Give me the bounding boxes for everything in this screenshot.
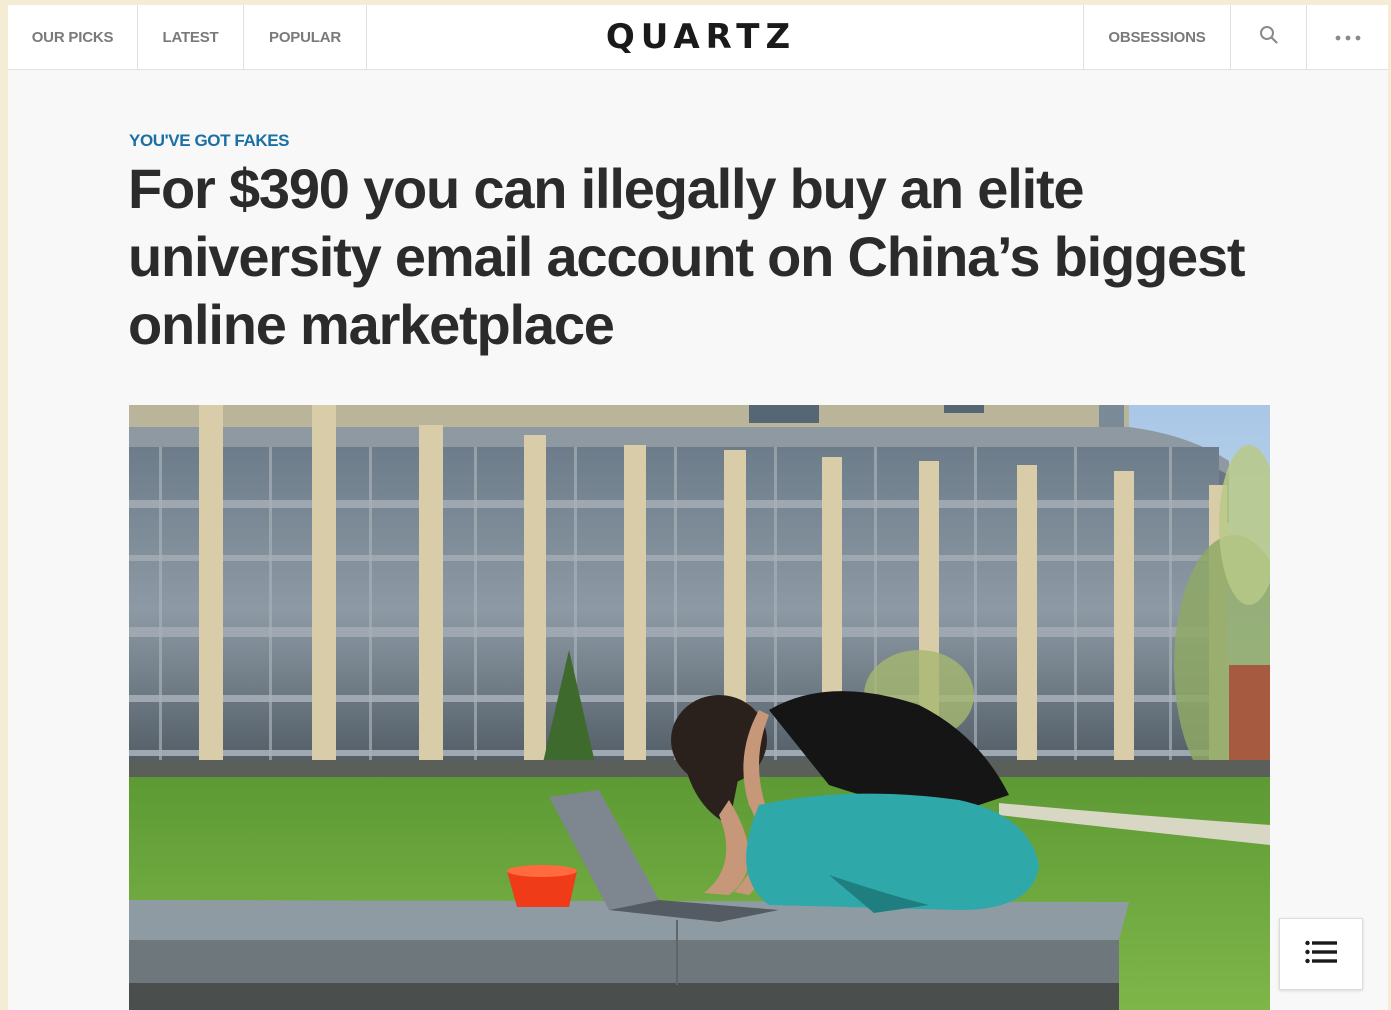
browser-viewport: OUR PICKS LATEST POPULAR QUARTZ OBSESSIO… (8, 5, 1388, 1010)
quartz-logo[interactable]: QUARTZ (568, 5, 834, 69)
more-dots-icon (1334, 29, 1362, 46)
hero-image (129, 405, 1270, 1010)
article-headline: For $390 you can illegally buy an elite … (128, 157, 1246, 356)
toc-button[interactable] (1279, 918, 1363, 990)
article-kicker[interactable]: YOU'VE GOT FAKES (129, 131, 290, 151)
search-icon (1259, 25, 1279, 49)
nav-our-picks[interactable]: OUR PICKS (8, 5, 138, 69)
search-button[interactable] (1230, 5, 1306, 69)
list-icon (1305, 940, 1337, 969)
nav-popular[interactable]: POPULAR (244, 5, 367, 69)
top-nav: OUR PICKS LATEST POPULAR QUARTZ OBSESSIO… (8, 5, 1388, 70)
nav-obsessions[interactable]: OBSESSIONS (1083, 5, 1230, 69)
nav-latest[interactable]: LATEST (138, 5, 244, 69)
more-menu-button[interactable] (1306, 5, 1388, 69)
